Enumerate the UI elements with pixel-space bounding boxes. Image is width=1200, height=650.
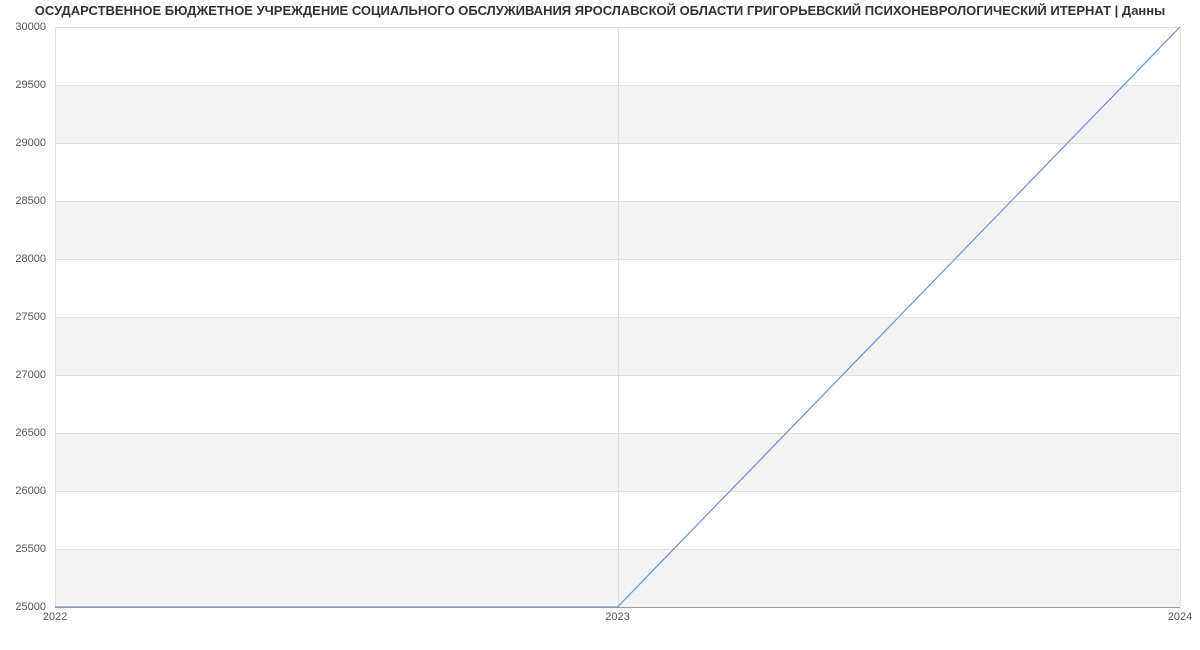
y-tick-label: 29000 <box>15 137 46 149</box>
data-line <box>55 27 1180 607</box>
y-tick-label: 28000 <box>15 253 46 265</box>
x-gridline <box>1180 27 1181 607</box>
line-series-svg <box>55 27 1180 607</box>
y-tick-label: 25000 <box>15 601 46 613</box>
chart-wrap: 25000 25500 26000 26500 27000 27500 28000 28500… <box>0 22 1200 642</box>
y-tick-label: 26500 <box>15 427 46 439</box>
y-axis-ticks: 2500025500260002650027000275002800028500… <box>0 27 50 607</box>
y-tick-label: 25500 <box>15 543 46 555</box>
chart-title: ОСУДАРСТВЕННОЕ БЮДЖЕТНОЕ УЧРЕЖДЕНИЕ СОЦИ… <box>0 0 1200 22</box>
plot-area <box>55 27 1180 607</box>
x-tick-label: 2022 <box>43 611 67 623</box>
y-tick-label: 28500 <box>15 195 46 207</box>
x-tick-label: 2023 <box>605 611 629 623</box>
x-axis-line <box>55 607 1180 608</box>
y-tick-label: 27500 <box>15 311 46 323</box>
y-tick-label: 30000 <box>15 21 46 33</box>
y-tick-label: 27000 <box>15 369 46 381</box>
y-tick-label: 26000 <box>15 485 46 497</box>
x-tick-label: 2024 <box>1168 611 1192 623</box>
x-axis-ticks: 202220232024 <box>55 611 1180 631</box>
y-tick-label: 29500 <box>15 79 46 91</box>
